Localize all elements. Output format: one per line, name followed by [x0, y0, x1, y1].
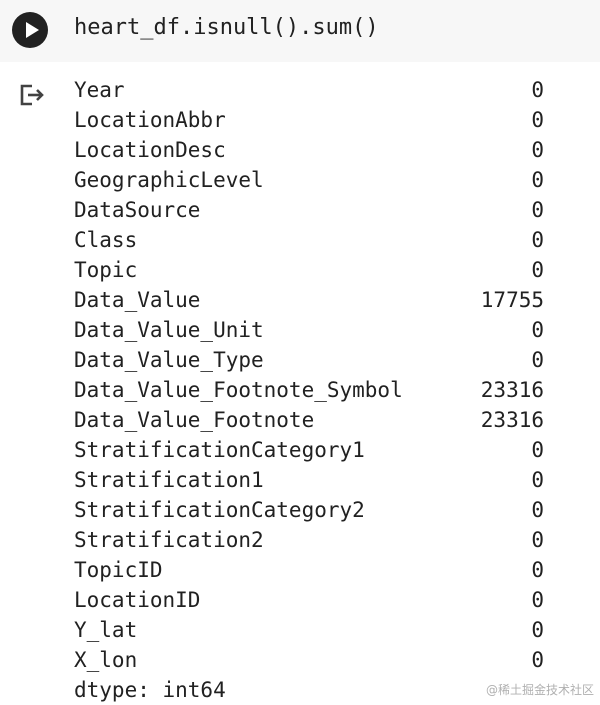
null-count: 0 — [531, 468, 544, 492]
output-row: X_lon 0 — [74, 645, 544, 675]
column-name: LocationAbbr — [74, 108, 226, 132]
null-count: 0 — [531, 78, 544, 102]
null-count: 0 — [531, 588, 544, 612]
null-count: 0 — [531, 618, 544, 642]
output-row: Data_Value_Unit 0 — [74, 315, 544, 345]
column-name: Topic — [74, 258, 138, 282]
code-input[interactable]: heart_df.isnull().sum() — [74, 13, 379, 43]
code-cell[interactable]: heart_df.isnull().sum() — [0, 0, 600, 62]
column-name: LocationDesc — [74, 138, 226, 162]
column-name: Year — [74, 78, 125, 102]
output-row: Stratification2 0 — [74, 525, 544, 555]
null-count: 0 — [531, 528, 544, 552]
output-row: GeographicLevel 0 — [74, 165, 544, 195]
null-count: 0 — [531, 138, 544, 162]
column-name: Data_Value_Footnote — [74, 408, 315, 432]
column-name: TopicID — [74, 558, 163, 582]
output-row: LocationID 0 — [74, 585, 544, 615]
null-count: 0 — [531, 228, 544, 252]
output-row: Year 0 — [74, 75, 544, 105]
column-name: LocationID — [74, 588, 201, 612]
run-cell-button[interactable] — [12, 12, 48, 48]
column-name: Data_Value_Footnote_Symbol — [74, 378, 403, 402]
output-row: StratificationCategory2 0 — [74, 495, 544, 525]
output-row: Stratification1 0 — [74, 465, 544, 495]
column-name: Data_Value_Unit — [74, 318, 264, 342]
output-redirect-icon[interactable] — [18, 82, 46, 108]
output-row: Topic 0 — [74, 255, 544, 285]
null-count: 0 — [531, 498, 544, 522]
column-name: Data_Value — [74, 288, 201, 312]
output-row: Data_Value_Footnote_Symbol 23316 — [74, 375, 544, 405]
column-name: Class — [74, 228, 138, 252]
null-count: 0 — [531, 648, 544, 672]
output-row: Y_lat 0 — [74, 615, 544, 645]
null-count: 23316 — [480, 408, 544, 432]
null-count: 23316 — [480, 378, 544, 402]
column-name: StratificationCategory2 — [74, 498, 365, 522]
column-name: Stratification1 — [74, 468, 264, 492]
null-count: 0 — [531, 558, 544, 582]
column-name: GeographicLevel — [74, 168, 264, 192]
null-count: 17755 — [480, 288, 544, 312]
output-row: Data_Value 17755 — [74, 285, 544, 315]
output-row: Class 0 — [74, 225, 544, 255]
null-count: 0 — [531, 108, 544, 132]
play-icon — [26, 22, 39, 38]
watermark: @稀土掘金技术社区 — [485, 683, 594, 697]
null-count: 0 — [531, 258, 544, 282]
column-name: Y_lat — [74, 618, 138, 642]
output-row: Data_Value_Type 0 — [74, 345, 544, 375]
dtype-label: dtype: int64 — [74, 678, 226, 702]
column-name: StratificationCategory1 — [74, 438, 365, 462]
output-row: DataSource 0 — [74, 195, 544, 225]
cell-output: Year 0 LocationAbbr 0 LocationDesc 0 Geographi… — [74, 75, 544, 705]
output-row: TopicID 0 — [74, 555, 544, 585]
null-count: 0 — [531, 318, 544, 342]
output-row: LocationDesc 0 — [74, 135, 544, 165]
column-name: Stratification2 — [74, 528, 264, 552]
null-count: 0 — [531, 198, 544, 222]
output-row: StratificationCategory1 0 — [74, 435, 544, 465]
output-row: LocationAbbr 0 — [74, 105, 544, 135]
null-count: 0 — [531, 168, 544, 192]
output-row: Data_Value_Footnote 23316 — [74, 405, 544, 435]
column-name: Data_Value_Type — [74, 348, 264, 372]
null-count: 0 — [531, 438, 544, 462]
column-name: X_lon — [74, 648, 138, 672]
null-count: 0 — [531, 348, 544, 372]
column-name: DataSource — [74, 198, 201, 222]
